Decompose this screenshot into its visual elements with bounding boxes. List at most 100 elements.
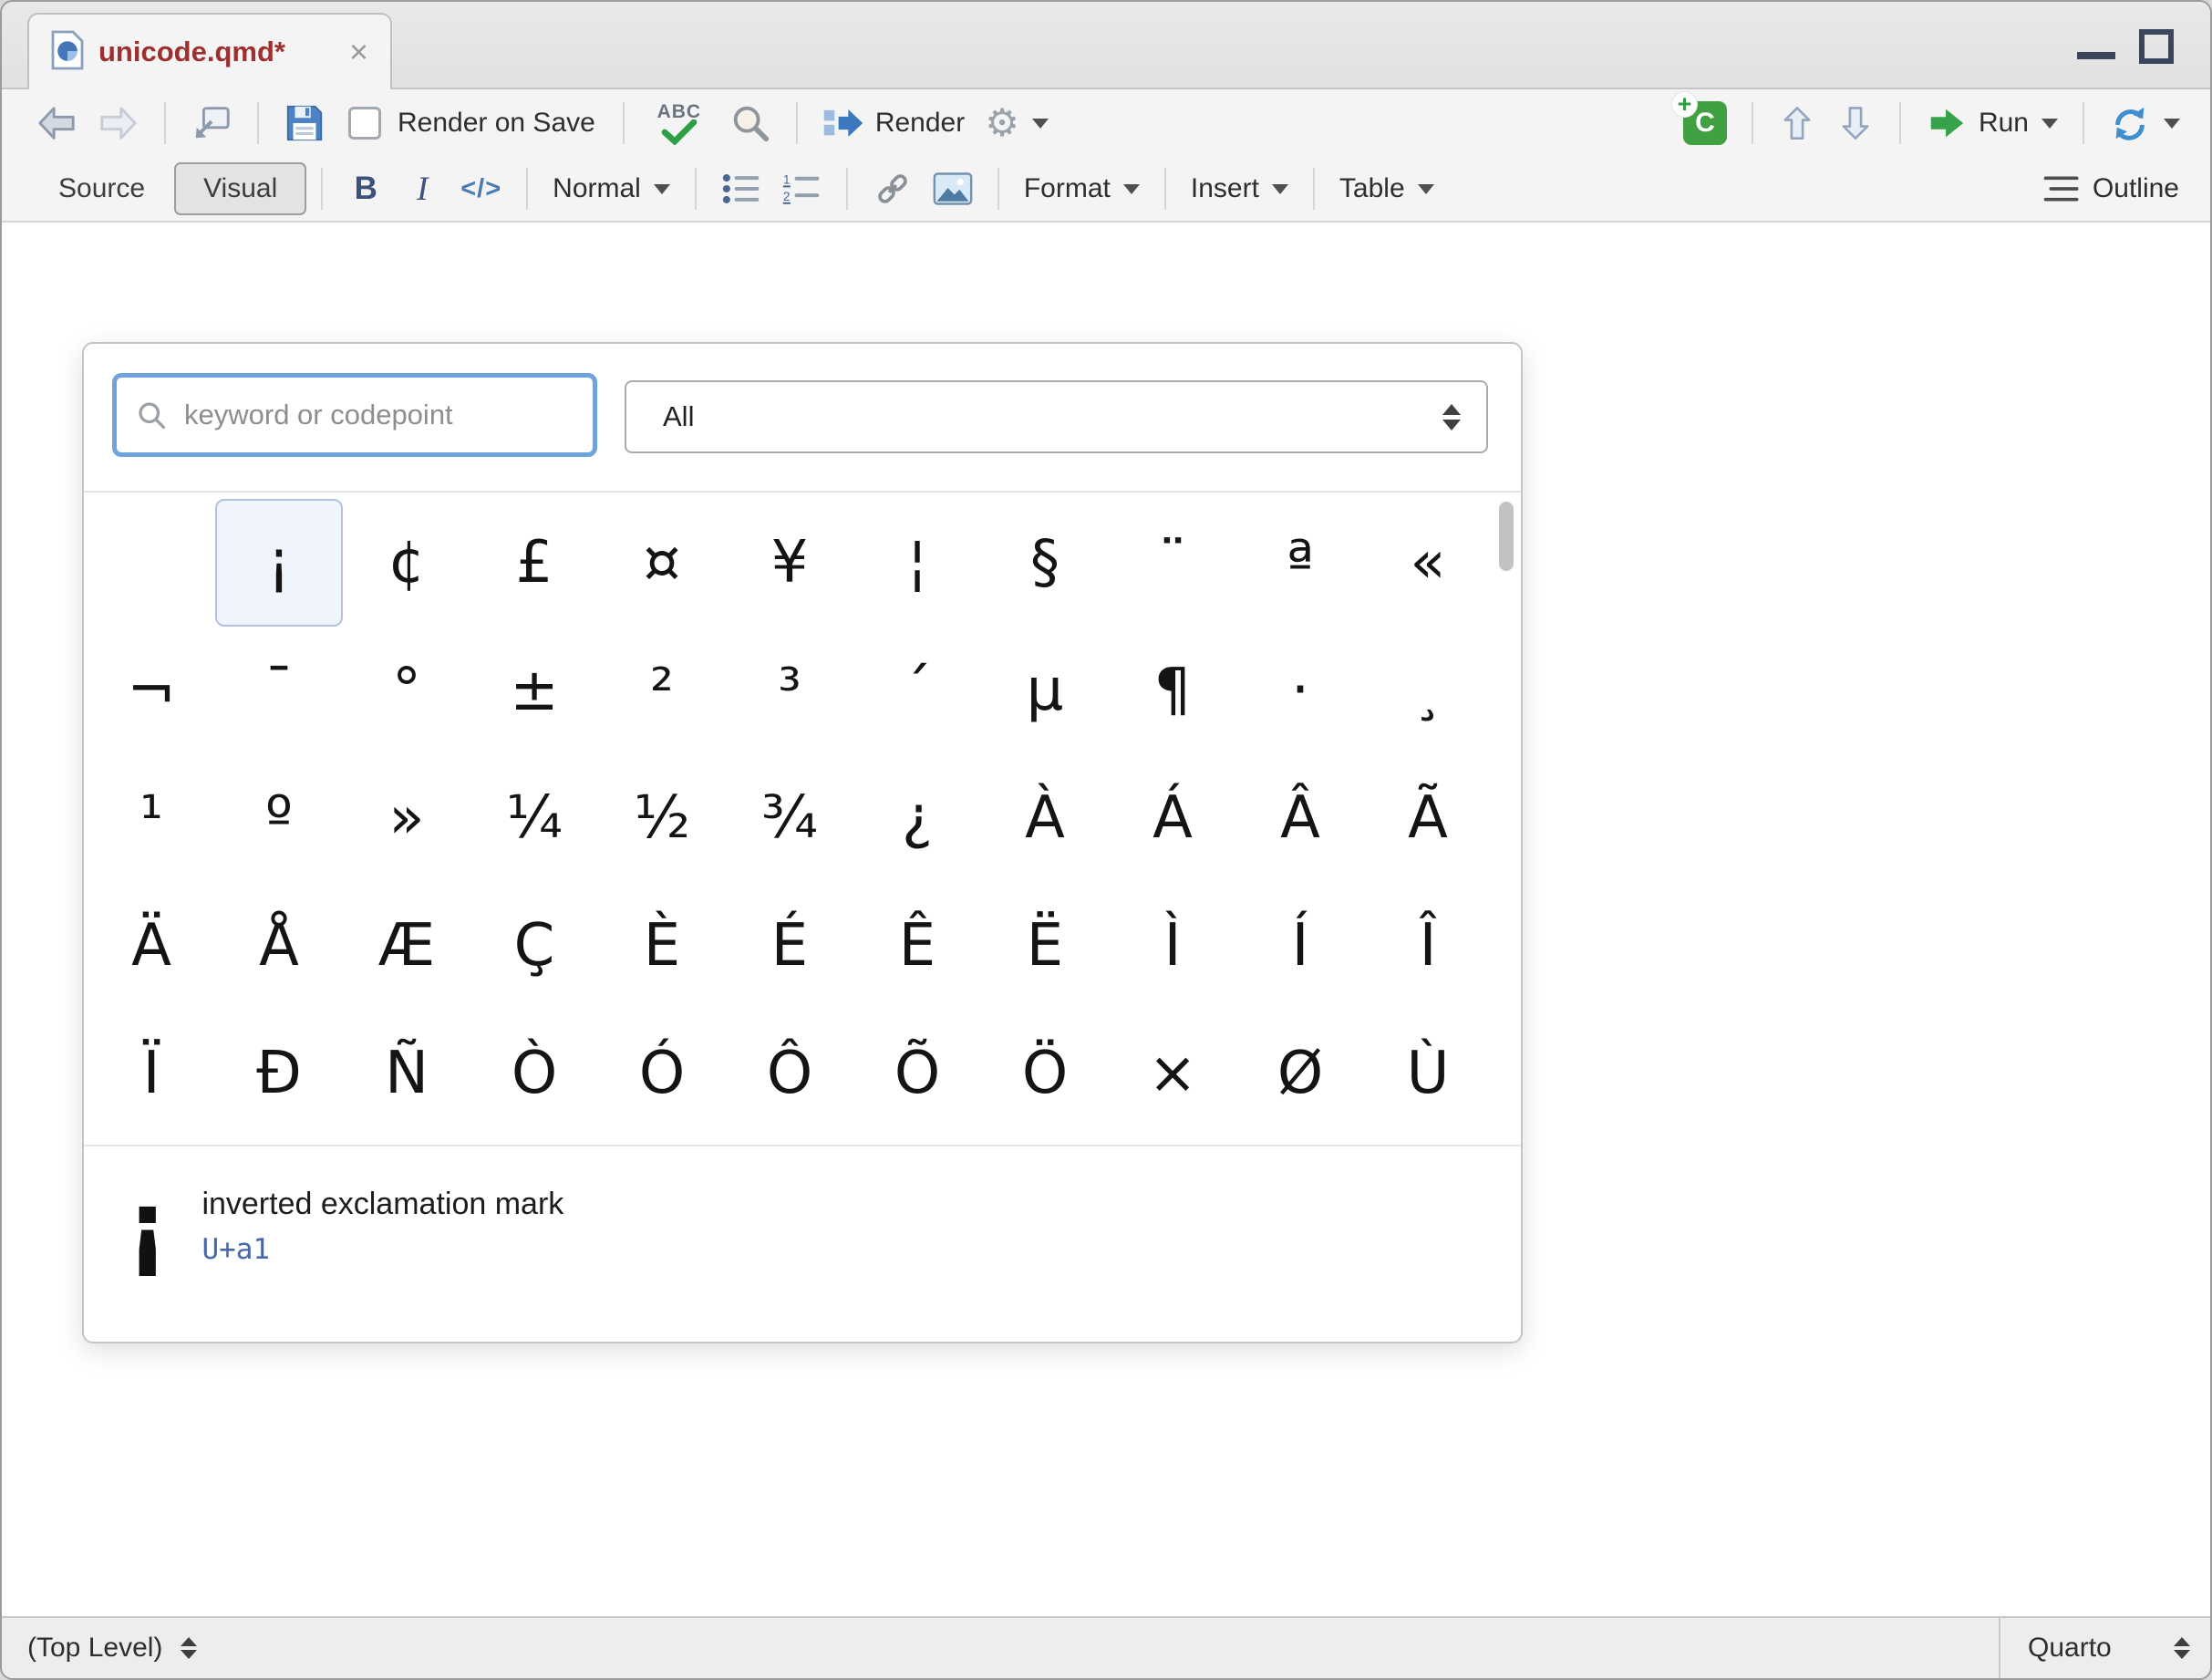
toolbar-separator	[846, 168, 848, 210]
char-cell[interactable]: Ö	[981, 1010, 1109, 1137]
minimize-icon[interactable]	[2077, 52, 2115, 59]
char-cell[interactable]: º	[215, 754, 343, 882]
outline-toggle-button[interactable]: Outline	[2036, 160, 2186, 218]
char-cell[interactable]: ¼	[470, 754, 598, 882]
char-cell[interactable]: Ì	[1109, 882, 1236, 1010]
char-cell[interactable]: Ä	[88, 882, 215, 1010]
char-cell[interactable]: ·	[1236, 627, 1364, 754]
maximize-icon[interactable]	[2139, 29, 2174, 64]
source-document-button[interactable]	[2102, 94, 2187, 152]
table-menu[interactable]: Table	[1332, 160, 1442, 218]
char-cell[interactable]: ¨	[1109, 499, 1236, 627]
image-button[interactable]	[925, 160, 980, 218]
visual-mode-button[interactable]: Visual	[174, 162, 306, 215]
back-button[interactable]	[28, 94, 85, 152]
char-cell[interactable]: ¾	[726, 754, 853, 882]
char-cell[interactable]: Æ	[343, 882, 470, 1010]
char-cell[interactable]: ¯	[215, 627, 343, 754]
char-cell[interactable]: ¸	[1364, 627, 1492, 754]
source-mode-button[interactable]: Source	[29, 162, 174, 215]
forward-button[interactable]	[90, 94, 147, 152]
render-options-button[interactable]: ⚙	[977, 94, 1056, 152]
char-cell[interactable]: Ç	[470, 882, 598, 1010]
scrollbar-thumb[interactable]	[1499, 502, 1514, 571]
link-button[interactable]	[865, 160, 920, 218]
char-cell[interactable]: Ê	[853, 882, 981, 1010]
char-cell[interactable]: Ð	[215, 1010, 343, 1137]
char-cell[interactable]: ¡	[215, 499, 343, 627]
render-button[interactable]: Render	[815, 94, 972, 152]
scope-selector[interactable]: (Top Level)	[2, 1633, 197, 1664]
char-cell[interactable]: Å	[215, 882, 343, 1010]
table-menu-label: Table	[1339, 173, 1405, 204]
char-cell[interactable]: ¹	[88, 754, 215, 882]
go-previous-section-button[interactable]	[1771, 94, 1824, 152]
inline-code-button[interactable]: </>	[453, 160, 509, 218]
char-cell[interactable]: Á	[1109, 754, 1236, 882]
paragraph-style-dropdown[interactable]: Normal	[545, 160, 677, 218]
select-arrows-icon	[2174, 1637, 2190, 1659]
arrow-right-icon	[98, 102, 140, 144]
char-cell[interactable]: Î	[1364, 882, 1492, 1010]
char-cell[interactable]: °	[343, 627, 470, 754]
char-cell[interactable]: Ó	[598, 1010, 726, 1137]
numbered-list-button[interactable]: 1 2	[774, 160, 829, 218]
char-cell[interactable]: ³	[726, 627, 853, 754]
char-cell[interactable]: É	[726, 882, 853, 1010]
char-cell[interactable]: £	[470, 499, 598, 627]
arrow-left-icon	[36, 102, 78, 144]
char-cell[interactable]: ¤	[598, 499, 726, 627]
find-button[interactable]	[722, 94, 779, 152]
char-cell[interactable]: µ	[981, 627, 1109, 754]
char-cell[interactable]: ¿	[853, 754, 981, 882]
search-box[interactable]	[112, 373, 597, 457]
editor-canvas[interactable]: All ¡¢£¤¥¦§¨ª« ¬¯°±²³´µ¶·¸ ¹º»¼½¾¿ÀÁÂÃ ÄÅÆÇ…	[2, 223, 2210, 1616]
doc-type-selector[interactable]: Quarto	[1999, 1618, 2210, 1678]
format-menu[interactable]: Format	[1017, 160, 1147, 218]
char-cell[interactable]: ±	[470, 627, 598, 754]
char-cell[interactable]: Â	[1236, 754, 1364, 882]
char-cell[interactable]: ª	[1236, 499, 1364, 627]
char-cell[interactable]: «	[1364, 499, 1492, 627]
insert-menu[interactable]: Insert	[1184, 160, 1296, 218]
char-cell[interactable]: ×	[1109, 1010, 1236, 1137]
char-cell[interactable]: Ò	[470, 1010, 598, 1137]
char-cell[interactable]: §	[981, 499, 1109, 627]
category-select[interactable]: All	[625, 380, 1488, 453]
char-cell[interactable]: Ã	[1364, 754, 1492, 882]
char-cell[interactable]: Í	[1236, 882, 1364, 1010]
bullet-list-button[interactable]	[714, 160, 769, 218]
char-cell[interactable]: ½	[598, 754, 726, 882]
insert-chunk-button[interactable]: + C	[1676, 94, 1734, 152]
bold-button[interactable]: B	[340, 160, 391, 218]
char-cell[interactable]: ¶	[1109, 627, 1236, 754]
char-cell[interactable]: »	[343, 754, 470, 882]
search-input[interactable]	[182, 398, 574, 432]
go-next-section-button[interactable]	[1829, 94, 1882, 152]
spellcheck-button[interactable]: ABC	[642, 94, 717, 152]
char-cell[interactable]: Ù	[1364, 1010, 1492, 1137]
save-button[interactable]	[276, 94, 333, 152]
italic-button[interactable]: I	[397, 160, 448, 218]
char-cell[interactable]: Ë	[981, 882, 1109, 1010]
tab-close-icon[interactable]: ×	[349, 36, 368, 68]
char-cell[interactable]: ²	[598, 627, 726, 754]
tab-unicode-qmd[interactable]: unicode.qmd* ×	[27, 13, 392, 89]
render-on-save-checkbox[interactable]: Render on Save	[348, 107, 595, 140]
char-cell[interactable]: ´	[853, 627, 981, 754]
char-cell[interactable]: ¦	[853, 499, 981, 627]
char-cell[interactable]: Õ	[853, 1010, 981, 1137]
char-cell[interactable]: Ï	[88, 1010, 215, 1137]
run-button[interactable]: Run	[1918, 94, 2065, 152]
char-cell[interactable]: Ô	[726, 1010, 853, 1137]
char-cell[interactable]: ¬	[88, 627, 215, 754]
char-cell[interactable]: È	[598, 882, 726, 1010]
char-cell[interactable]: À	[981, 754, 1109, 882]
char-cell[interactable]: Ñ	[343, 1010, 470, 1137]
char-cell[interactable]: ¢	[343, 499, 470, 627]
open-in-new-window-button[interactable]	[183, 94, 240, 152]
char-cell[interactable]	[88, 499, 215, 627]
char-cell[interactable]: ¥	[726, 499, 853, 627]
char-cell[interactable]: Ø	[1236, 1010, 1364, 1137]
checkbox-box[interactable]	[348, 107, 381, 140]
